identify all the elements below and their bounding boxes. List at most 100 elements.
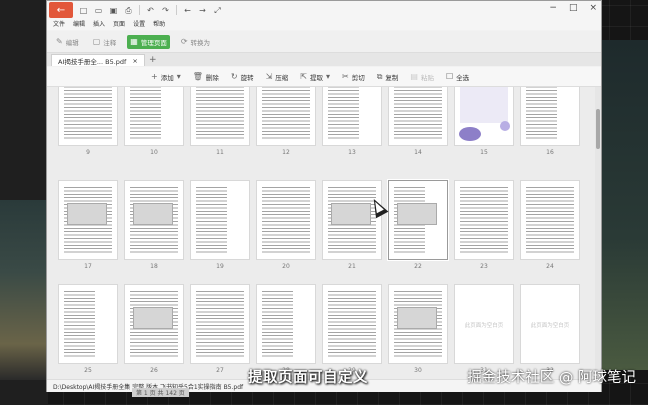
page-number-label: 27 — [216, 367, 224, 374]
close-button[interactable]: × — [589, 3, 597, 13]
menu-settings[interactable]: 设置 — [133, 19, 145, 30]
mode-label: 转换为 — [190, 38, 211, 47]
page-thumbnail[interactable]: 此页面为空白页 — [455, 285, 513, 363]
minimize-button[interactable]: − — [549, 3, 557, 13]
page-thumbnail[interactable] — [191, 285, 249, 363]
rotate-icon: ↻ — [230, 72, 238, 81]
thumbnail-text-lines — [64, 291, 95, 357]
page-thumbnail[interactable] — [455, 181, 513, 259]
mode-comment-button[interactable]: ▢ 注释 — [90, 35, 120, 49]
scrollbar-thumb[interactable] — [596, 109, 600, 149]
close-tab-icon[interactable]: × — [132, 57, 137, 65]
rotate-label: 旋转 — [240, 73, 254, 82]
thumbnail-figure — [67, 203, 107, 225]
chevron-down-icon: ▾ — [325, 72, 330, 81]
page-thumbnail[interactable] — [323, 181, 381, 259]
menu-edit[interactable]: 编辑 — [73, 19, 85, 30]
delete-label: 删除 — [205, 73, 219, 82]
print-icon[interactable]: ⎙ — [124, 6, 133, 15]
pen-icon: ✎ — [56, 37, 63, 46]
page-thumbnail[interactable]: 此页面为空白页 — [521, 285, 579, 363]
extract-page-button[interactable]: ⇱ 提取 ▾ — [300, 72, 330, 82]
thumbnail-text-lines — [262, 87, 310, 139]
cut-page-button[interactable]: ✂ 剪切 — [342, 72, 365, 82]
document-tab-bar: AI揭技手册全... B5.pdf × + — [47, 53, 601, 66]
prev-icon[interactable]: ← — [183, 6, 192, 15]
page-thumbnail[interactable] — [389, 87, 447, 145]
video-caption: 提取页面可自定义 — [248, 370, 368, 386]
extract-label: 提取 — [309, 73, 323, 82]
back-button[interactable]: ← — [49, 2, 73, 18]
fit-page-icon[interactable]: ⤢ — [213, 6, 222, 15]
mode-toolbar: ✎ 编辑 ▢ 注释 ▦ 管理页面 ⟳ 转换为 — [47, 31, 601, 53]
thumbnail-text-lines — [526, 87, 557, 139]
document-tab[interactable]: AI揭技手册全... B5.pdf × — [51, 54, 145, 66]
mode-edit-button[interactable]: ✎ 编辑 — [53, 35, 82, 49]
next-icon[interactable]: → — [198, 6, 207, 15]
desktop-wallpaper-strip — [0, 200, 48, 380]
page-thumbnail[interactable] — [59, 87, 117, 145]
undo-icon[interactable]: ↶ — [146, 6, 155, 15]
page-number-label: 25 — [84, 367, 92, 374]
thumbnail-decoration — [500, 121, 510, 131]
page-thumbnail[interactable] — [191, 87, 249, 145]
page-thumbnail[interactable] — [257, 285, 315, 363]
thumbnail-text-lines — [328, 291, 376, 357]
menu-page[interactable]: 页面 — [113, 19, 125, 30]
page-thumbnail[interactable] — [257, 87, 315, 145]
menu-file[interactable]: 文件 — [53, 19, 65, 30]
compress-button[interactable]: ⇲ 压缩 — [266, 72, 289, 82]
page-thumbnail[interactable] — [389, 285, 447, 363]
paste-page-button[interactable]: ▤ 粘贴 — [410, 72, 434, 82]
thumbnail-decoration — [459, 127, 481, 141]
page-thumbnail[interactable] — [257, 181, 315, 259]
page-number-label: 12 — [282, 149, 290, 156]
page-thumbnail[interactable] — [125, 87, 183, 145]
rotate-page-button[interactable]: ↻ 旋转 — [231, 72, 254, 82]
page-thumbnail[interactable] — [125, 181, 183, 259]
page-thumbnail[interactable] — [455, 87, 513, 145]
menu-help[interactable]: 帮助 — [153, 19, 165, 30]
add-page-button[interactable]: + 添加 ▾ — [151, 72, 181, 82]
add-tab-button[interactable]: + — [147, 54, 159, 66]
vertical-scrollbar[interactable] — [595, 87, 601, 379]
thumbnail-text-lines — [196, 87, 244, 139]
thumbnail-figure — [397, 203, 437, 225]
mode-manage-pages-button[interactable]: ▦ 管理页面 — [127, 34, 170, 49]
new-file-icon[interactable]: □ — [79, 6, 88, 15]
delete-page-button[interactable]: 🗑 删除 — [193, 72, 219, 82]
redo-icon[interactable]: ↷ — [161, 6, 170, 15]
page-thumbnail[interactable] — [323, 285, 381, 363]
page-management-toolbar: + 添加 ▾ 🗑 删除 ↻ 旋转 ⇲ 压缩 ⇱ 提取 ▾ ✂ 剪切 ⧉ 复制 ▤ 粘贴 ☐ 全选 — [47, 67, 601, 87]
blank-page-text: 此页面为空白页 — [464, 323, 504, 329]
page-thumbnail[interactable] — [191, 181, 249, 259]
select-all-button[interactable]: ☐ 全选 — [446, 72, 469, 82]
chevron-down-icon: ▾ — [176, 72, 181, 81]
page-thumbnail[interactable] — [389, 181, 447, 259]
window-controls: − □ × — [549, 3, 597, 13]
menu-insert[interactable]: 插入 — [93, 19, 105, 30]
copy-icon: ⧉ — [376, 71, 383, 81]
page-thumbnail[interactable] — [521, 87, 579, 145]
copy-page-button[interactable]: ⧉ 复制 — [377, 72, 399, 82]
desktop-right-edge — [600, 40, 648, 370]
thumbnail-text-lines — [394, 87, 442, 139]
thumbnail-text-lines — [526, 187, 574, 253]
page-thumbnail[interactable] — [323, 87, 381, 145]
paste-icon: ▤ — [410, 72, 418, 81]
page-thumbnail[interactable] — [59, 285, 117, 363]
page-number-label: 21 — [348, 263, 356, 270]
page-thumbnail[interactable] — [59, 181, 117, 259]
page-number-label: 14 — [414, 149, 422, 156]
save-icon[interactable]: ▣ — [109, 6, 118, 15]
page-thumbnail[interactable] — [521, 181, 579, 259]
paste-label: 粘贴 — [420, 73, 434, 82]
pages-icon: ▦ — [130, 37, 138, 46]
thumbnail-text-lines — [328, 87, 359, 139]
mode-convert-button[interactable]: ⟳ 转换为 — [178, 35, 213, 49]
page-thumbnail[interactable] — [125, 285, 183, 363]
page-thumbnail-grid: 9 10 11 12 13 14 15 16 17 18 19 20 21 22 23 24 25 26 27 28 2… — [47, 87, 595, 379]
maximize-button[interactable]: □ — [569, 3, 578, 13]
open-folder-icon[interactable]: ▭ — [94, 6, 103, 15]
page-number-label: 10 — [150, 149, 158, 156]
